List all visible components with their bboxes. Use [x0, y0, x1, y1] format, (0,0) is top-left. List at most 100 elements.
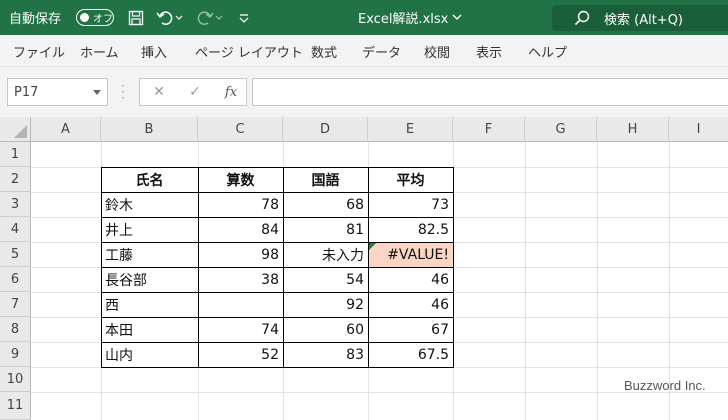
cell-c2[interactable]: 算数: [198, 167, 283, 192]
cell-c5[interactable]: 98: [198, 242, 283, 267]
cell-c3[interactable]: 78: [198, 192, 283, 217]
redo-icon[interactable]: [195, 8, 215, 28]
cell-d5[interactable]: 未入力: [283, 242, 368, 267]
cell-b6[interactable]: 長谷部: [101, 267, 198, 292]
cell-b3[interactable]: 鈴木: [101, 192, 198, 217]
title-bar: 自動保存 オフ Excel解説.xlsx 検索 (Alt+Q): [0, 0, 728, 35]
row-header-3[interactable]: 3: [0, 192, 31, 217]
search-label: 検索 (Alt+Q): [604, 12, 684, 28]
column-header-e[interactable]: E: [368, 117, 453, 142]
error-indicator-icon[interactable]: [369, 243, 376, 250]
toggle-knob: [80, 13, 89, 22]
row-header-8[interactable]: 8: [0, 317, 31, 342]
row-header-5[interactable]: 5: [0, 242, 31, 267]
cell-d4[interactable]: 81: [283, 217, 368, 242]
name-box[interactable]: P17: [7, 78, 108, 106]
row-header-4[interactable]: 4: [0, 217, 31, 242]
column-header-b[interactable]: B: [101, 117, 198, 142]
row-header-6[interactable]: 6: [0, 267, 31, 292]
insert-function-icon[interactable]: fx: [220, 79, 242, 105]
enter-icon[interactable]: ✓: [184, 79, 206, 105]
table-border: [368, 167, 369, 368]
cell-c4[interactable]: 84: [198, 217, 283, 242]
ribbon-tabs: ファイル ホーム 挿入 ページ レイアウト 数式 データ 校閲 表示 ヘルプ: [0, 35, 728, 67]
cell-b5[interactable]: 工藤: [101, 242, 198, 267]
cell-b4[interactable]: 井上: [101, 217, 198, 242]
cancel-icon[interactable]: ✕: [148, 79, 170, 105]
row-header-9[interactable]: 9: [0, 342, 31, 367]
cell-c6[interactable]: 38: [198, 267, 283, 292]
table-border: [101, 167, 102, 368]
column-header-d[interactable]: D: [283, 117, 368, 142]
cell-e5[interactable]: #VALUE!: [369, 243, 453, 267]
cell-d9[interactable]: 83: [283, 342, 368, 367]
cell-c7[interactable]: [198, 292, 283, 317]
table-border: [453, 167, 454, 368]
toggle-text: オフ: [93, 14, 113, 25]
cell-e2[interactable]: 平均: [368, 167, 453, 192]
table-border: [101, 292, 454, 293]
cell-d6[interactable]: 54: [283, 267, 368, 292]
row-header-2[interactable]: 2: [0, 167, 31, 192]
column-header-f[interactable]: F: [453, 117, 525, 142]
formula-input[interactable]: [252, 78, 728, 106]
cell-d3[interactable]: 68: [283, 192, 368, 217]
column-header-a[interactable]: A: [31, 117, 101, 142]
worksheet-grid: A B C D E F G H I 1 2 3 4 5 6 7 8 9 10 1…: [0, 117, 728, 420]
drag-handle-icon[interactable]: · · ·: [121, 80, 125, 104]
tab-insert[interactable]: 挿入: [141, 35, 167, 67]
watermark: Buzzword Inc.: [624, 378, 706, 393]
column-header-h[interactable]: H: [597, 117, 669, 142]
customize-qat-icon[interactable]: [234, 8, 254, 28]
document-title[interactable]: Excel解説.xlsx: [358, 0, 462, 35]
search-box[interactable]: 検索 (Alt+Q): [552, 5, 728, 31]
table-border: [283, 167, 284, 368]
select-all-button[interactable]: [0, 117, 31, 142]
save-icon[interactable]: [126, 8, 146, 28]
tab-view[interactable]: 表示: [476, 35, 502, 67]
chevron-down-icon: [452, 14, 462, 21]
row-header-1[interactable]: 1: [0, 142, 31, 167]
tab-formulas[interactable]: 数式: [311, 35, 337, 67]
row-header-7[interactable]: 7: [0, 292, 31, 317]
cell-b2[interactable]: 氏名: [101, 167, 198, 192]
gridline: [597, 142, 598, 420]
table-border: [198, 167, 199, 368]
table-border: [101, 242, 454, 243]
cell-e4[interactable]: 82.5: [368, 217, 453, 242]
cell-b9[interactable]: 山内: [101, 342, 198, 367]
cell-e7[interactable]: 46: [368, 292, 453, 317]
cell-b8[interactable]: 本田: [101, 317, 198, 342]
gridline: [525, 142, 526, 420]
row-header-11[interactable]: 11: [0, 392, 31, 420]
formula-buttons: ✕ ✓ fx: [139, 78, 247, 106]
cell-e3[interactable]: 73: [368, 192, 453, 217]
undo-dropdown-icon[interactable]: [174, 8, 184, 28]
cell-c8[interactable]: 74: [198, 317, 283, 342]
cell-e6[interactable]: 46: [368, 267, 453, 292]
chevron-down-icon[interactable]: [93, 90, 101, 95]
cell-b7[interactable]: 西: [101, 292, 198, 317]
tab-home[interactable]: ホーム: [80, 35, 119, 67]
cell-d2[interactable]: 国語: [283, 167, 368, 192]
cell-c9[interactable]: 52: [198, 342, 283, 367]
tab-data[interactable]: データ: [362, 35, 401, 67]
column-header-i[interactable]: I: [669, 117, 728, 142]
redo-dropdown-icon[interactable]: [214, 8, 224, 28]
row-header-10[interactable]: 10: [0, 367, 31, 392]
column-header-c[interactable]: C: [198, 117, 283, 142]
tab-review[interactable]: 校閲: [424, 35, 450, 67]
cell-d7[interactable]: 92: [283, 292, 368, 317]
tab-page-layout[interactable]: ページ レイアウト: [195, 35, 303, 67]
cell-e9[interactable]: 67.5: [368, 342, 453, 367]
tab-file[interactable]: ファイル: [13, 35, 65, 67]
column-header-g[interactable]: G: [525, 117, 597, 142]
table-border: [101, 192, 454, 193]
table-border: [101, 342, 454, 343]
table-border: [101, 267, 454, 268]
cell-d8[interactable]: 60: [283, 317, 368, 342]
cell-e8[interactable]: 67: [368, 317, 453, 342]
undo-icon[interactable]: [155, 8, 175, 28]
tab-help[interactable]: ヘルプ: [528, 35, 567, 67]
autosave-toggle[interactable]: オフ: [76, 9, 114, 26]
